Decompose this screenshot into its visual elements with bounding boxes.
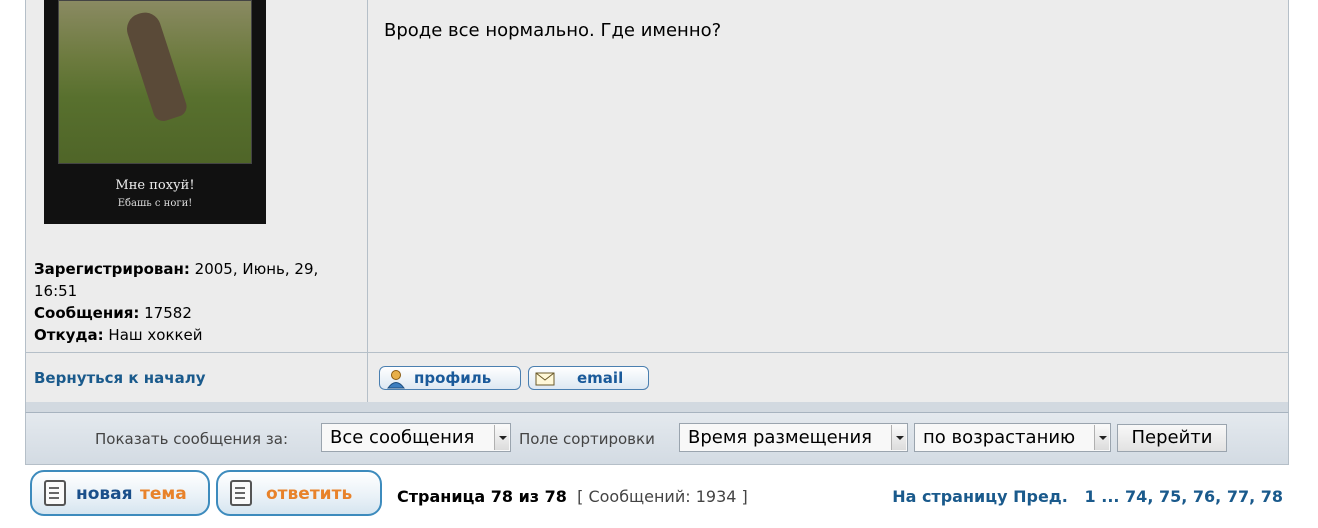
post-message: Вроде все нормально. Где именно? xyxy=(384,20,722,41)
pagination: На страницу Пред. 1 ... 74, 75, 76, 77, … xyxy=(892,487,1283,506)
page-link-first[interactable]: 1 xyxy=(1085,487,1096,506)
posts-count: [ Сообщений: 1934 ] xyxy=(577,487,748,506)
pencil-document-icon xyxy=(230,480,252,506)
posts-value: 17582 xyxy=(144,304,192,322)
sort-field-label: Поле сортировки xyxy=(519,430,655,448)
separator-bar xyxy=(25,402,1289,413)
new-topic-button[interactable]: новая тема xyxy=(30,470,210,516)
chevron-down-icon xyxy=(1094,425,1109,450)
reply-label: ответить xyxy=(266,484,353,504)
new-topic-label-2: тема xyxy=(140,484,187,504)
posts-label: Сообщения: xyxy=(34,304,140,322)
chevron-down-icon xyxy=(891,425,906,450)
show-posts-select[interactable]: Все сообщения xyxy=(321,423,511,452)
author-profile-info: Зарегистрирован: 2005, Июнь, 29, 16:51 С… xyxy=(34,258,354,346)
page-link[interactable]: 77 xyxy=(1227,487,1249,506)
page-link[interactable]: 76 xyxy=(1193,487,1215,506)
avatar-animal-figure xyxy=(122,8,190,124)
sort-bar: Показать сообщения за: Все сообщения Пол… xyxy=(25,413,1289,465)
post-table: Мне похуй! Ебашь с ноги! Зарегистрирован… xyxy=(25,0,1289,402)
sort-field-select-value: Время размещения xyxy=(688,427,872,448)
column-divider xyxy=(367,353,368,403)
pagination-ellipsis: ... xyxy=(1101,487,1120,506)
prev-page-link[interactable]: Пред. xyxy=(1013,487,1068,506)
reply-button[interactable]: ответить xyxy=(216,470,382,516)
page-link[interactable]: 74 xyxy=(1125,487,1147,506)
show-posts-label: Показать сообщения за: xyxy=(95,430,289,448)
avatar-caption-1: Мне похуй! xyxy=(115,178,195,193)
user-icon xyxy=(387,370,405,389)
avatar-photo xyxy=(58,0,252,164)
avatar-caption-2: Ебашь с ноги! xyxy=(117,198,193,209)
email-button-label: email xyxy=(577,369,624,387)
current-page: 78 xyxy=(1260,487,1283,506)
page-number-text: Страница 78 из 78 xyxy=(397,487,567,506)
post-footer-row: Вернуться к началу профиль email xyxy=(25,352,1289,403)
new-topic-label-1: новая xyxy=(76,484,133,504)
author-column: Мне похуй! Ебашь с ноги! Зарегистрирован… xyxy=(26,0,368,402)
chevron-down-icon xyxy=(494,425,509,450)
back-to-top-link[interactable]: Вернуться к началу xyxy=(34,369,205,387)
pagination-label: На страницу xyxy=(892,487,1008,506)
from-label: Откуда: xyxy=(34,326,104,344)
sort-field-select[interactable]: Время размещения xyxy=(679,423,908,452)
show-posts-select-value: Все сообщения xyxy=(330,427,475,448)
from-value: Наш хоккей xyxy=(108,326,203,344)
envelope-icon xyxy=(535,372,555,386)
avatar: Мне похуй! Ебашь с ноги! xyxy=(44,0,266,224)
page-link[interactable]: 75 xyxy=(1159,487,1181,506)
page-info: Страница 78 из 78 [ Сообщений: 1934 ] xyxy=(397,487,748,506)
email-button[interactable]: email xyxy=(528,366,649,390)
document-icon xyxy=(44,480,66,506)
sort-order-select-value: по возрастанию xyxy=(923,427,1076,448)
profile-button[interactable]: профиль xyxy=(379,366,521,390)
profile-button-label: профиль xyxy=(414,369,492,387)
go-button[interactable]: Перейти xyxy=(1117,424,1227,452)
sort-order-select[interactable]: по возрастанию xyxy=(914,423,1111,452)
registered-label: Зарегистрирован: xyxy=(34,260,190,278)
